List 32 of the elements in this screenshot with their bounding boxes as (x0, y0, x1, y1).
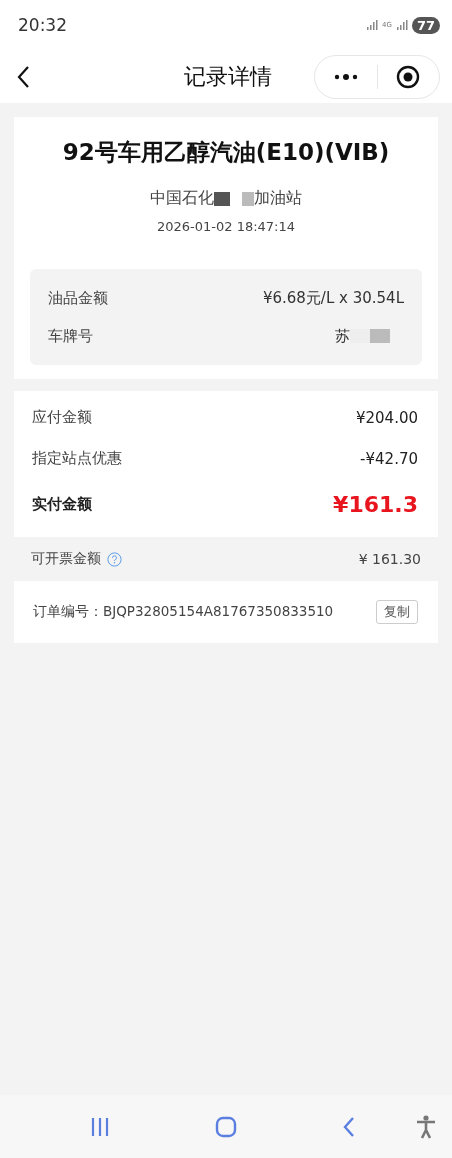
signal-icon (366, 19, 378, 31)
close-target-icon[interactable] (396, 64, 421, 89)
more-icon[interactable] (333, 72, 358, 81)
battery-level: 77 (411, 16, 440, 34)
amount-value: ¥204.00 (355, 408, 418, 427)
accessibility-icon[interactable] (416, 1114, 436, 1139)
home-icon[interactable] (215, 1115, 237, 1138)
page-title: 记录详情 (184, 62, 272, 91)
station-name: 中国石化 (150, 188, 214, 209)
copy-button[interactable]: 复制 (376, 600, 418, 624)
order-number: 订单编号：BJQP32805154A81767350833510 (33, 603, 334, 621)
invoice-amount: ¥ 161.30 (358, 551, 421, 567)
amount-label: 实付金额 (32, 494, 92, 514)
amount-value: ¥161.3 (333, 491, 418, 517)
redaction-mark (350, 329, 390, 343)
redaction-mark (214, 191, 254, 206)
help-icon[interactable] (107, 551, 122, 567)
fuel-title: 92号车用乙醇汽油(E10)(VIB) (61, 138, 391, 167)
detail-value: 苏 (335, 326, 350, 346)
detail-label: 油品金额 (48, 288, 108, 308)
date-time: 2026-01-02 18:47:14 (155, 219, 297, 234)
station-name: 加油站 (254, 188, 302, 209)
detail-label: 车牌号 (48, 326, 93, 346)
signal-icon (395, 19, 408, 31)
back-icon[interactable] (16, 64, 30, 89)
amount-label: 指定站点优惠 (32, 449, 122, 468)
clock-time: 20:32 (18, 15, 67, 35)
amount-value: -¥42.70 (360, 449, 418, 468)
recent-apps-icon[interactable] (90, 1116, 110, 1137)
invoice-label: 可开票金额 (31, 550, 101, 568)
detail-value: ¥6.68元/L x 30.54L (262, 288, 404, 308)
amount-label: 应付金额 (32, 408, 92, 427)
